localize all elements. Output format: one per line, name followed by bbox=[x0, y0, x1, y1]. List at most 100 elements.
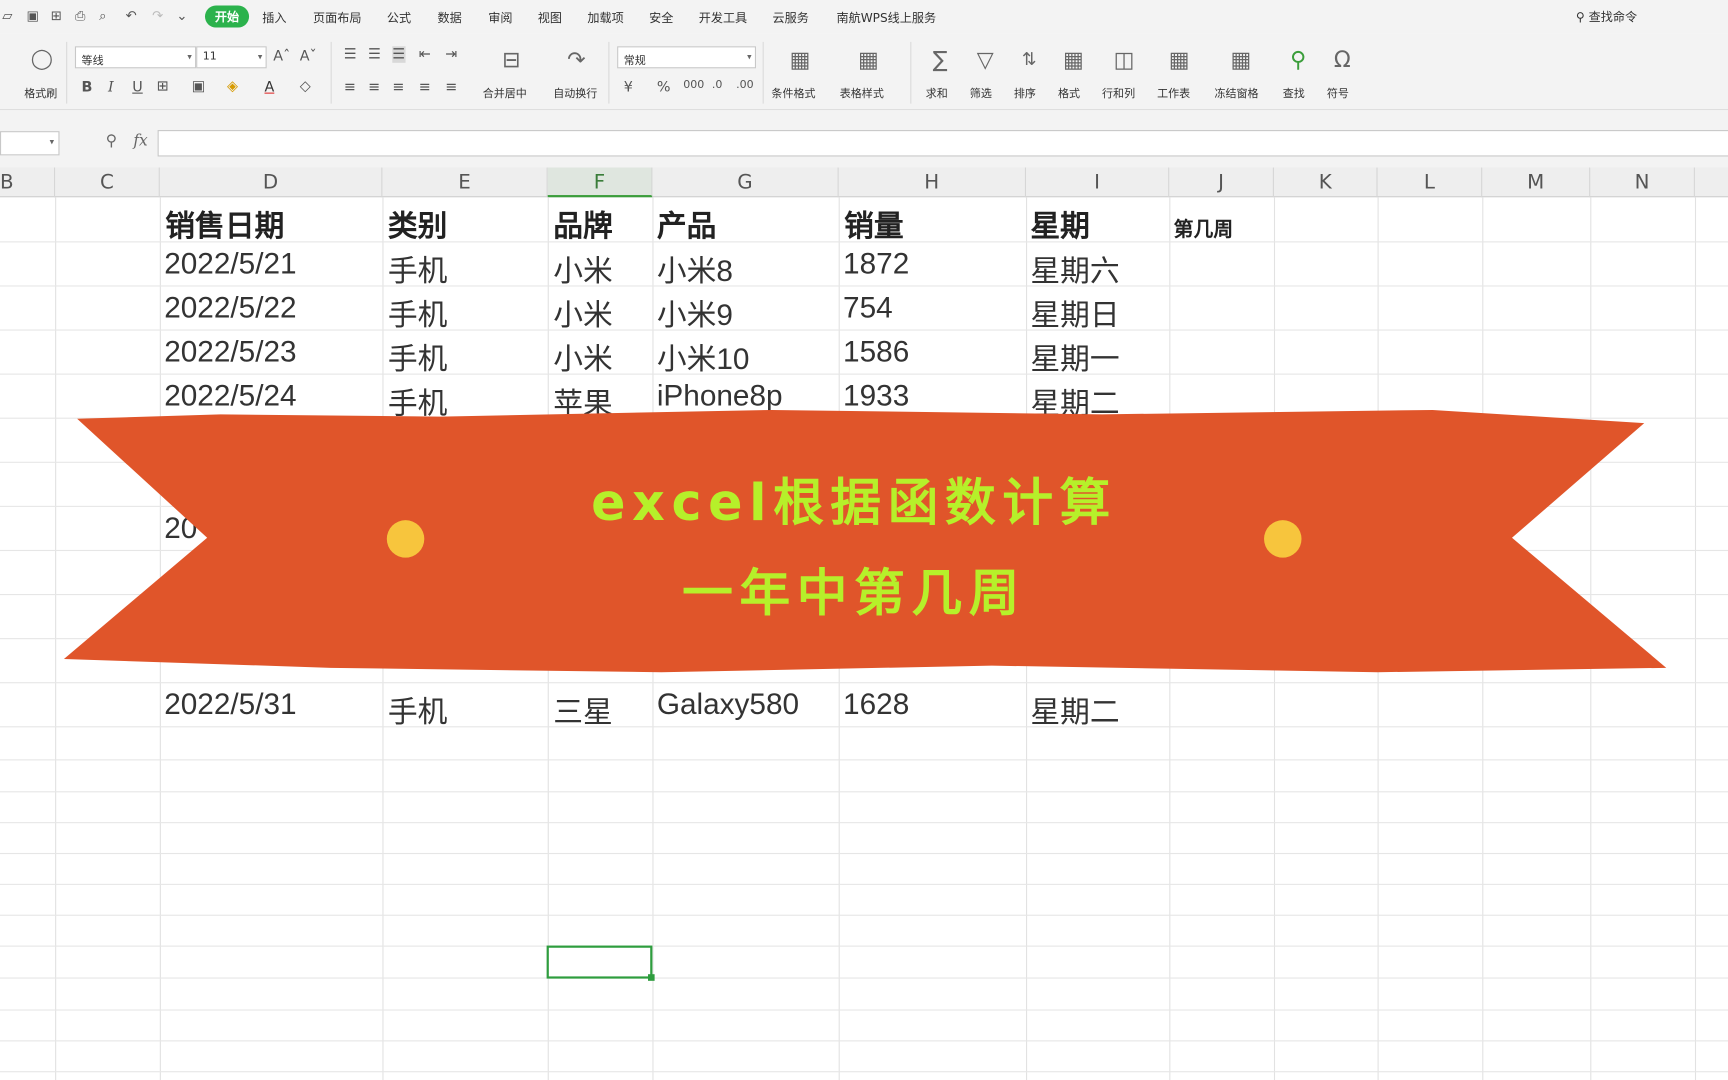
table-style-icon[interactable]: ▦ bbox=[846, 46, 890, 72]
column-header-d[interactable]: D bbox=[160, 167, 383, 198]
column-header-m[interactable]: M bbox=[1482, 167, 1591, 198]
conditional-format-icon[interactable]: ▦ bbox=[778, 46, 822, 72]
cell-product[interactable]: Galaxy580 bbox=[657, 688, 799, 722]
tab-page-layout[interactable]: 页面布局 bbox=[313, 9, 361, 27]
tab-developer[interactable]: 开发工具 bbox=[699, 9, 747, 27]
column-header-b[interactable]: B bbox=[0, 167, 56, 198]
tab-wps-online-services[interactable]: 南航WPS线上服务 bbox=[836, 9, 936, 27]
header-weekday[interactable]: 星期 bbox=[1030, 202, 1090, 245]
symbol-icon[interactable]: Ω bbox=[1320, 46, 1364, 72]
sort-label[interactable]: 排序 bbox=[1014, 84, 1036, 100]
cell-weekday[interactable]: 星期一 bbox=[1030, 335, 1119, 378]
symbol-label[interactable]: 符号 bbox=[1327, 84, 1349, 100]
name-box[interactable]: ▾ bbox=[0, 131, 60, 156]
format-icon[interactable]: ▦ bbox=[1051, 46, 1095, 72]
cell-date[interactable]: 2022/5/21 bbox=[164, 247, 296, 281]
cell-category[interactable]: 手机 bbox=[388, 688, 448, 731]
cell-date-partial[interactable]: 20 bbox=[164, 511, 197, 545]
percent-icon[interactable]: % bbox=[657, 79, 671, 96]
cell-sales[interactable]: 1628 bbox=[843, 688, 909, 722]
cell-weekday[interactable]: 星期日 bbox=[1030, 291, 1119, 334]
bold-icon[interactable]: B bbox=[82, 79, 93, 96]
tab-cloud-services[interactable]: 云服务 bbox=[773, 9, 809, 27]
freeze-panes-icon[interactable]: ▦ bbox=[1219, 46, 1263, 72]
row-col-icon[interactable]: ◫ bbox=[1102, 46, 1146, 72]
font-size-select[interactable]: 11 ▾ bbox=[196, 46, 267, 69]
print-preview-icon[interactable]: ⌕ bbox=[99, 8, 106, 25]
currency-icon[interactable]: ¥ bbox=[624, 79, 633, 96]
column-header-l[interactable]: L bbox=[1378, 167, 1483, 198]
column-header-c[interactable]: C bbox=[55, 167, 160, 198]
format-painter-icon[interactable]: ◯ bbox=[20, 46, 64, 72]
sum-icon[interactable]: ∑ bbox=[918, 46, 962, 72]
column-header-n[interactable]: N bbox=[1590, 167, 1695, 198]
cell-product[interactable]: 小米10 bbox=[657, 335, 750, 378]
tab-insert[interactable]: 插入 bbox=[262, 9, 286, 27]
align-middle-icon[interactable]: ☰ bbox=[368, 46, 381, 63]
cell-date[interactable]: 2022/5/24 bbox=[164, 379, 296, 413]
save-icon[interactable]: ▣ bbox=[26, 8, 39, 23]
cell-date[interactable]: 2022/5/23 bbox=[164, 335, 296, 369]
clear-format-icon[interactable]: ◇ bbox=[300, 78, 311, 95]
merge-center-icon[interactable]: ⊟ bbox=[489, 46, 533, 72]
align-top-icon[interactable]: ☰ bbox=[344, 46, 357, 63]
find-icon[interactable]: ⚲ bbox=[1276, 46, 1320, 72]
cell-brand[interactable]: 三星 bbox=[553, 688, 613, 731]
table-style-label[interactable]: 表格样式 bbox=[840, 84, 884, 100]
format-label[interactable]: 格式 bbox=[1058, 84, 1080, 100]
tab-formulas[interactable]: 公式 bbox=[387, 9, 411, 27]
decrease-indent-icon[interactable]: ⇤ bbox=[419, 46, 431, 63]
cell-date[interactable]: 2022/5/22 bbox=[164, 291, 296, 325]
find-label[interactable]: 查找 bbox=[1283, 84, 1305, 100]
cell-sales[interactable]: 1872 bbox=[843, 247, 909, 281]
cell-sales[interactable]: 1933 bbox=[843, 379, 909, 413]
header-brand[interactable]: 品牌 bbox=[553, 202, 613, 245]
selected-cell[interactable] bbox=[546, 945, 655, 981]
cell-brand[interactable]: 小米 bbox=[553, 291, 613, 334]
number-format-select[interactable]: 常规 ▾ bbox=[617, 46, 756, 69]
distributed-icon[interactable]: ≡ bbox=[445, 79, 457, 96]
open-icon[interactable]: ▱ bbox=[2, 8, 12, 23]
cell-category[interactable]: 手机 bbox=[388, 379, 448, 422]
increase-decimal-icon[interactable]: .0 bbox=[712, 79, 723, 91]
wrap-text-label[interactable]: 自动换行 bbox=[553, 84, 597, 100]
column-header-k[interactable]: K bbox=[1274, 167, 1378, 198]
row-col-label[interactable]: 行和列 bbox=[1102, 84, 1135, 100]
export-icon[interactable]: ⊞ bbox=[51, 8, 62, 23]
search-command[interactable]: ⚲ 查找命令 bbox=[1576, 8, 1637, 26]
cell-category[interactable]: 手机 bbox=[388, 291, 448, 334]
cell-product[interactable]: 小米9 bbox=[657, 291, 733, 334]
align-center-icon[interactable]: ≡ bbox=[368, 79, 380, 96]
filter-icon[interactable]: ▽ bbox=[963, 46, 1007, 72]
wrap-text-icon[interactable]: ↷ bbox=[554, 46, 598, 72]
cell-sales[interactable]: 754 bbox=[843, 291, 893, 325]
customize-quick-access-icon[interactable]: ⌄ bbox=[176, 8, 187, 23]
sum-label[interactable]: 求和 bbox=[926, 84, 948, 100]
header-sales-volume[interactable]: 销量 bbox=[844, 202, 904, 245]
header-week-number[interactable]: 第几周 bbox=[1174, 214, 1234, 243]
underline-icon[interactable]: U bbox=[132, 79, 142, 96]
italic-icon[interactable]: I bbox=[108, 79, 114, 96]
justify-icon[interactable]: ≡ bbox=[419, 79, 431, 96]
header-sales-date[interactable]: 销售日期 bbox=[165, 202, 284, 245]
redo-icon[interactable]: ↷ bbox=[152, 8, 163, 23]
tab-review[interactable]: 审阅 bbox=[488, 9, 512, 27]
decrease-font-icon[interactable]: Aˇ bbox=[300, 48, 317, 65]
merge-center-label[interactable]: 合并居中 bbox=[483, 84, 527, 100]
cell-product[interactable]: 小米8 bbox=[657, 247, 733, 290]
cell-sales[interactable]: 1586 bbox=[843, 335, 909, 369]
increase-indent-icon[interactable]: ⇥ bbox=[445, 46, 457, 63]
font-color-icon[interactable]: A bbox=[264, 79, 274, 96]
freeze-panes-label[interactable]: 冻结窗格 bbox=[1214, 84, 1258, 100]
fx-icon[interactable]: fx bbox=[133, 132, 147, 150]
header-category[interactable]: 类别 bbox=[388, 202, 448, 245]
tab-data[interactable]: 数据 bbox=[438, 9, 462, 27]
cell-product[interactable]: iPhone8p bbox=[657, 379, 783, 413]
align-bottom-icon[interactable]: ☰ bbox=[392, 46, 406, 63]
fill-handle[interactable] bbox=[647, 974, 655, 981]
tab-view[interactable]: 视图 bbox=[538, 9, 562, 27]
decrease-decimal-icon[interactable]: .00 bbox=[736, 79, 754, 91]
cell-brand[interactable]: 苹果 bbox=[553, 379, 613, 422]
fill-color-icon[interactable]: ◈ bbox=[227, 78, 238, 95]
merge-border-icon[interactable]: ▣ bbox=[192, 78, 206, 95]
